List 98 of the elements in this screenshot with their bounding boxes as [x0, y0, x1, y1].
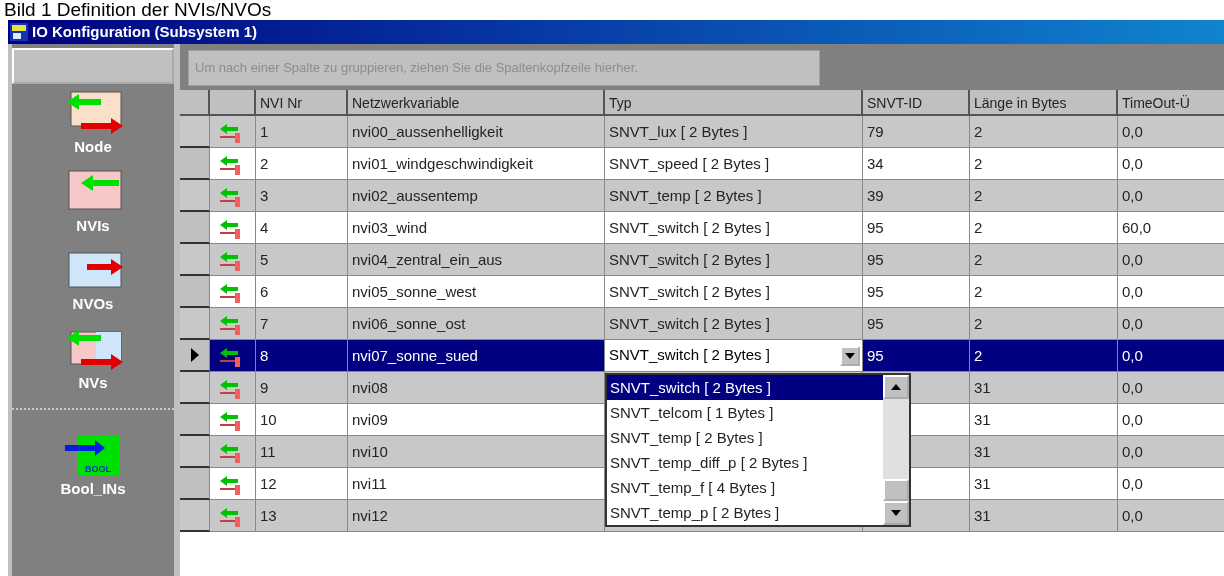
down-arrow-icon: [891, 510, 901, 516]
input-arrow-icon: [218, 505, 242, 528]
column-header[interactable]: Netzwerkvariable: [348, 90, 605, 116]
table-cell: 0,0: [1118, 308, 1224, 340]
row-selector[interactable]: [180, 404, 210, 436]
row-selector[interactable]: [180, 468, 210, 500]
table-cell: 0,0: [1118, 372, 1224, 404]
table-cell: 5: [256, 244, 348, 276]
table-cell: 11: [256, 436, 348, 468]
table-cell: 9: [256, 372, 348, 404]
row-selector[interactable]: [180, 276, 210, 308]
table-cell: 0,0: [1118, 340, 1224, 372]
dropdown-option[interactable]: SNVT_temp_f [ 4 Bytes ]: [607, 475, 883, 500]
table-cell: 31: [970, 500, 1118, 532]
table-cell: nvi06_sonne_ost: [348, 308, 605, 340]
input-arrow-icon: [218, 153, 242, 176]
scroll-thumb[interactable]: [883, 479, 909, 501]
input-arrow-icon: [218, 281, 242, 304]
dropdown-option[interactable]: SNVT_temp_p [ 2 Bytes ]: [607, 500, 883, 525]
table-cell: nvi12: [348, 500, 605, 532]
scroll-down-button[interactable]: [883, 501, 909, 525]
row-selector[interactable]: [180, 116, 210, 148]
table-cell: 13: [256, 500, 348, 532]
table-cell: nvi10: [348, 436, 605, 468]
scrollbar[interactable]: [883, 375, 909, 525]
table-cell: 0,0: [1118, 116, 1224, 148]
input-arrow-icon: [218, 345, 242, 368]
table-cell: 0,0: [1118, 180, 1224, 212]
table-cell: 39: [863, 180, 970, 212]
table-cell: 79: [863, 116, 970, 148]
table-cell: 31: [970, 436, 1118, 468]
table-cell: SNVT_temp [ 2 Bytes ]: [605, 180, 863, 212]
table-cell: 7: [256, 308, 348, 340]
app-icon: [10, 23, 28, 41]
row-selector[interactable]: [180, 308, 210, 340]
dropdown-option[interactable]: SNVT_switch [ 2 Bytes ]: [607, 375, 883, 400]
table-cell: nvi02_aussentemp: [348, 180, 605, 212]
current-row-icon: [189, 347, 200, 363]
column-header[interactable]: NVI Nr: [256, 90, 348, 116]
dropdown-option[interactable]: SNVT_temp_diff_p [ 2 Bytes ]: [607, 450, 883, 475]
up-arrow-icon: [891, 384, 901, 390]
table-cell: 0,0: [1118, 436, 1224, 468]
scroll-up-button[interactable]: [883, 375, 909, 399]
combo-field[interactable]: SNVT_switch [ 2 Bytes ]: [605, 340, 863, 372]
sidebar-item[interactable]: BOOL Bool_INs: [60, 426, 126, 505]
table-cell: SNVT_switch [ 2 Bytes ]: [605, 308, 863, 340]
caption: Bild 1 Definition der NVIs/NVOs: [3, 0, 273, 20]
sidebar-item[interactable]: NVIs: [61, 162, 125, 241]
dropdown-option[interactable]: SNVT_temp [ 2 Bytes ]: [607, 425, 883, 450]
input-arrow-icon: [218, 185, 242, 208]
input-arrow-icon: [218, 249, 242, 272]
table-cell: 95: [863, 340, 970, 372]
sidebar-item[interactable]: Node: [61, 84, 125, 163]
table-cell: 2: [970, 116, 1118, 148]
input-arrow-icon: [218, 313, 242, 336]
column-header[interactable]: TimeOut-Ü: [1118, 90, 1224, 116]
input-arrow-icon: [218, 377, 242, 400]
row-selector[interactable]: [180, 500, 210, 532]
sidebar-item[interactable]: NVOs: [61, 241, 125, 320]
table-cell: 8: [256, 340, 348, 372]
column-header[interactable]: Länge in Bytes: [970, 90, 1118, 116]
window-title: IO Konfiguration (Subsystem 1): [32, 21, 257, 42]
dropdown-button[interactable]: [840, 345, 860, 366]
input-arrow-icon: [218, 473, 242, 496]
row-selector[interactable]: [180, 340, 210, 372]
row-selector[interactable]: [180, 436, 210, 468]
row-selector[interactable]: [180, 244, 210, 276]
table-cell: SNVT_switch [ 2 Bytes ]: [605, 244, 863, 276]
row-selector[interactable]: [180, 148, 210, 180]
row-selector[interactable]: [180, 212, 210, 244]
table-cell: nvi00_aussenhelligkeit: [348, 116, 605, 148]
table-cell: nvi04_zentral_ein_aus: [348, 244, 605, 276]
input-arrow-icon: [218, 217, 242, 240]
table-cell: nvi08: [348, 372, 605, 404]
table-cell: 1: [256, 116, 348, 148]
table-cell: 95: [863, 308, 970, 340]
dropdown-option[interactable]: SNVT_telcom [ 1 Bytes ]: [607, 400, 883, 425]
table-cell: 31: [970, 372, 1118, 404]
table-cell: 3: [256, 180, 348, 212]
row-selector[interactable]: [180, 372, 210, 404]
input-arrow-icon: [218, 409, 242, 432]
input-arrow-icon: [218, 121, 242, 144]
table-cell: 2: [970, 340, 1118, 372]
combo-value: SNVT_switch [ 2 Bytes ]: [609, 345, 770, 366]
column-header[interactable]: Typ: [605, 90, 863, 116]
table-cell: 2: [970, 308, 1118, 340]
table-cell: 2: [970, 180, 1118, 212]
table-cell: 95: [863, 244, 970, 276]
table-cell: nvi07_sonne_sued: [348, 340, 605, 372]
table-cell: 0,0: [1118, 244, 1224, 276]
input-arrow-icon: [218, 441, 242, 464]
row-selector[interactable]: [180, 180, 210, 212]
table-cell: SNVT_lux [ 2 Bytes ]: [605, 116, 863, 148]
table-cell: 0,0: [1118, 500, 1224, 532]
table-cell: 2: [970, 244, 1118, 276]
caret-icon: [845, 352, 855, 359]
column-header[interactable]: SNVT-ID: [863, 90, 970, 116]
sidebar-item[interactable]: NVs: [61, 319, 125, 398]
